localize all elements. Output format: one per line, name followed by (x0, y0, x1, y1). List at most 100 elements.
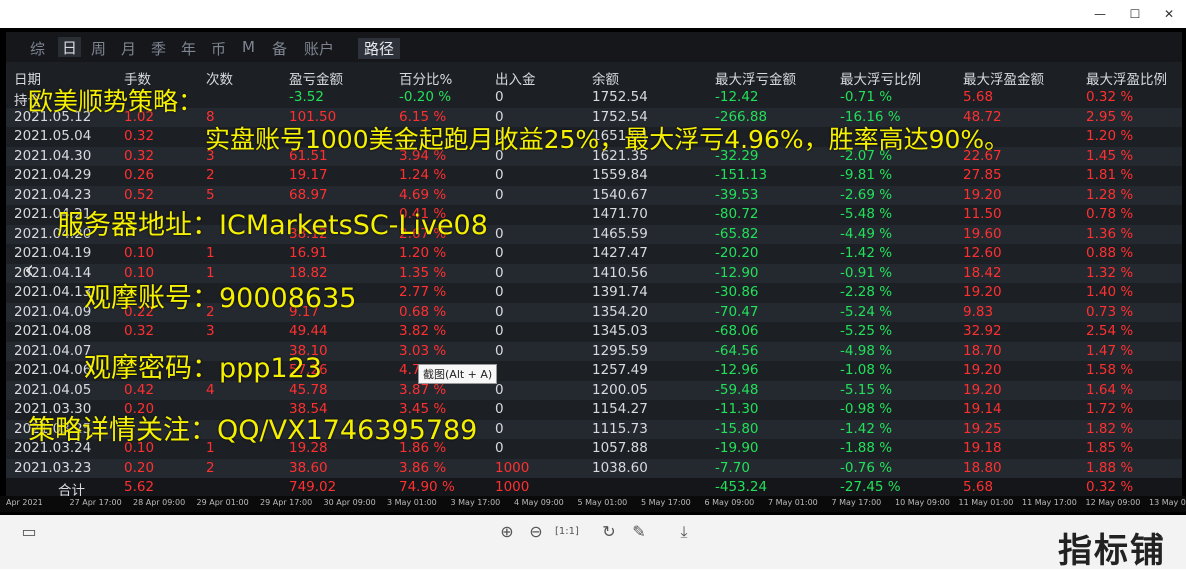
overlay-account-summary: 实盘账号1000美金起跑月收益25%，最大浮亏4.96%，胜率高达90%。 (205, 125, 1010, 154)
cell-col-10: 1.64 % (1086, 381, 1134, 398)
axis-tick-label: Apr 2021 (6, 498, 43, 507)
total-label: 合计 (58, 483, 85, 496)
cell-col-2: 2 (206, 459, 215, 476)
cell-col-3: -3.52 (289, 89, 324, 105)
cell-col-5: 0 (495, 401, 504, 417)
header-deposit[interactable]: 出入金 (495, 68, 536, 88)
cell-col-10: 0.32 % (1086, 89, 1134, 105)
header-max-float-profit-ratio[interactable]: 最大浮盈比例 (1086, 68, 1167, 88)
maximize-button[interactable]: ☐ (1120, 4, 1150, 24)
cell-col-5: 0 (495, 323, 504, 339)
tab-year[interactable]: 年 (181, 38, 196, 59)
cell-col-4: 4.69 % (399, 186, 447, 203)
cell-col-8: -1.42 % (840, 420, 893, 437)
axis-tick-label: 3 May 01:00 (387, 498, 437, 507)
cell-col-6: 1257.49 (592, 362, 648, 378)
cell-col-0: 2021.04.13 (14, 284, 92, 300)
cell-col-7: -151.13 (715, 167, 768, 183)
minimize-button[interactable]: — (1085, 4, 1115, 24)
cell-col-9: 18.70 (963, 342, 1002, 359)
close-button[interactable]: ✕ (1154, 4, 1184, 24)
cell-col-0: 2021.04.06 (14, 362, 92, 378)
total-deposit: 1000 (495, 479, 530, 495)
cell-col-10: 1.81 % (1086, 167, 1134, 183)
chevron-left-icon[interactable]: ‹ (24, 255, 54, 285)
cell-col-8: -5.24 % (840, 303, 893, 320)
header-max-float-loss-ratio[interactable]: 最大浮亏比例 (840, 68, 921, 88)
actual-size-icon[interactable]: [1:1] (555, 521, 579, 543)
table-row[interactable]: 2021.04.29 0.26 2 19.17 1.24 % 0 1559.84 -151.1… (6, 166, 1182, 185)
table-row[interactable]: 2021.04.23 0.52 5 68.97 4.69 % 0 1540.67 -39.53… (6, 185, 1182, 205)
cell-col-6: 1752.54 (592, 89, 648, 105)
axis-tick-label: 28 Apr 09:00 (133, 498, 186, 507)
cell-col-4: 1.24 % (399, 167, 447, 183)
cell-col-8: -1.42 % (840, 245, 893, 261)
cell-col-5: 0 (495, 420, 504, 437)
header-balance[interactable]: 余额 (592, 68, 619, 88)
cell-col-10: 1.85 % (1086, 440, 1134, 456)
thumbnail-panel-icon[interactable]: ▭ (18, 521, 40, 543)
header-max-float-profit[interactable]: 最大浮盈金额 (963, 68, 1044, 88)
cell-col-9: 19.20 (963, 381, 1002, 398)
tab-quarter[interactable]: 季 (151, 38, 166, 59)
download-icon[interactable]: ⤓ (673, 521, 695, 543)
cell-col-1: 0.32 (124, 147, 155, 164)
zoom-in-icon[interactable]: ⊕ (496, 521, 518, 543)
cell-col-7: -11.30 (715, 401, 759, 417)
cell-col-8: -5.48 % (840, 206, 893, 222)
total-pnl: 749.02 (289, 479, 337, 495)
header-max-float-loss[interactable]: 最大浮亏金额 (715, 68, 796, 88)
brand-logo: 指标铺 (1058, 531, 1166, 571)
header-trades[interactable]: 次数 (206, 68, 233, 88)
time-axis: Apr 2021 27 Apr 17:00 28 Apr 09:00 29 Apr 0… (0, 496, 1186, 512)
tab-path[interactable]: 路径 (358, 38, 401, 59)
cell-col-6: 1345.03 (592, 323, 648, 339)
cell-col-8: -0.71 % (840, 89, 893, 105)
rotate-icon[interactable]: ↻ (598, 521, 620, 543)
tab-summary[interactable]: 综 (30, 38, 45, 59)
table-row[interactable]: 2021.03.23 0.20 2 38.60 3.86 % 1000 1038.60 -7.… (6, 458, 1182, 478)
tab-currency[interactable]: 币 (211, 38, 226, 59)
table-row[interactable]: 2021.04.19 0.10 1 16.91 1.20 % 0 1427.47 -20.20… (6, 244, 1182, 263)
cell-col-5: 0 (495, 89, 504, 105)
zoom-out-icon[interactable]: ⊖ (525, 521, 547, 543)
tab-month[interactable]: 月 (121, 38, 136, 59)
cell-col-0: 2021.04.29 (14, 167, 92, 183)
cell-col-7: -68.06 (715, 323, 759, 339)
cell-col-10: 1.36 % (1086, 225, 1134, 242)
cell-col-10: 0.78 % (1086, 206, 1134, 222)
cell-col-9: 19.20 (963, 362, 1002, 378)
tab-account[interactable]: 账户 (304, 38, 334, 59)
cell-col-6: 1427.47 (592, 245, 648, 261)
cell-col-5: 0 (495, 303, 504, 320)
cell-col-6: 1354.20 (592, 303, 648, 320)
cell-col-0: 2021.04.07 (14, 342, 92, 359)
edit-icon[interactable]: ✎ (628, 521, 650, 543)
tab-week[interactable]: 周 (91, 38, 106, 59)
axis-tick-label: 7 May 01:00 (768, 498, 818, 507)
cell-col-3: 68.97 (289, 186, 328, 203)
header-pnl[interactable]: 盈亏金额 (289, 68, 343, 88)
axis-tick-label: 4 May 09:00 (514, 498, 564, 507)
cell-col-5: 0 (495, 342, 504, 359)
cell-col-0: 2021.04.09 (14, 303, 92, 320)
tab-notes[interactable]: 备 (272, 38, 287, 59)
report-tabs: 综 日 周 月 季 年 币 M 备 账户 路径 (6, 32, 1182, 62)
cell-col-6: 1465.59 (592, 225, 648, 242)
cell-col-5: 0 (495, 440, 504, 456)
header-percent[interactable]: 百分比% (399, 68, 452, 88)
cell-col-4: -0.20 % (399, 89, 452, 105)
cell-col-9: 19.20 (963, 284, 1002, 300)
axis-tick-label: 27 Apr 17:00 (69, 498, 122, 507)
cell-col-1: 0.10 (124, 245, 155, 261)
cell-col-7: -12.96 (715, 362, 759, 378)
cell-col-10: 0.88 % (1086, 245, 1134, 261)
tab-day[interactable]: 日 (58, 37, 82, 57)
cell-col-10: 1.32 % (1086, 264, 1134, 281)
cell-col-7: -7.70 (715, 459, 750, 476)
cell-col-6: 1391.74 (592, 284, 648, 300)
table-row[interactable]: 2021.04.08 0.32 3 49.44 3.82 % 0 1345.03 -68.06… (6, 322, 1182, 341)
cell-col-0: 2021.04.30 (14, 147, 92, 164)
tab-magic[interactable]: M (242, 38, 255, 56)
axis-tick-label: 5 May 17:00 (641, 498, 691, 507)
